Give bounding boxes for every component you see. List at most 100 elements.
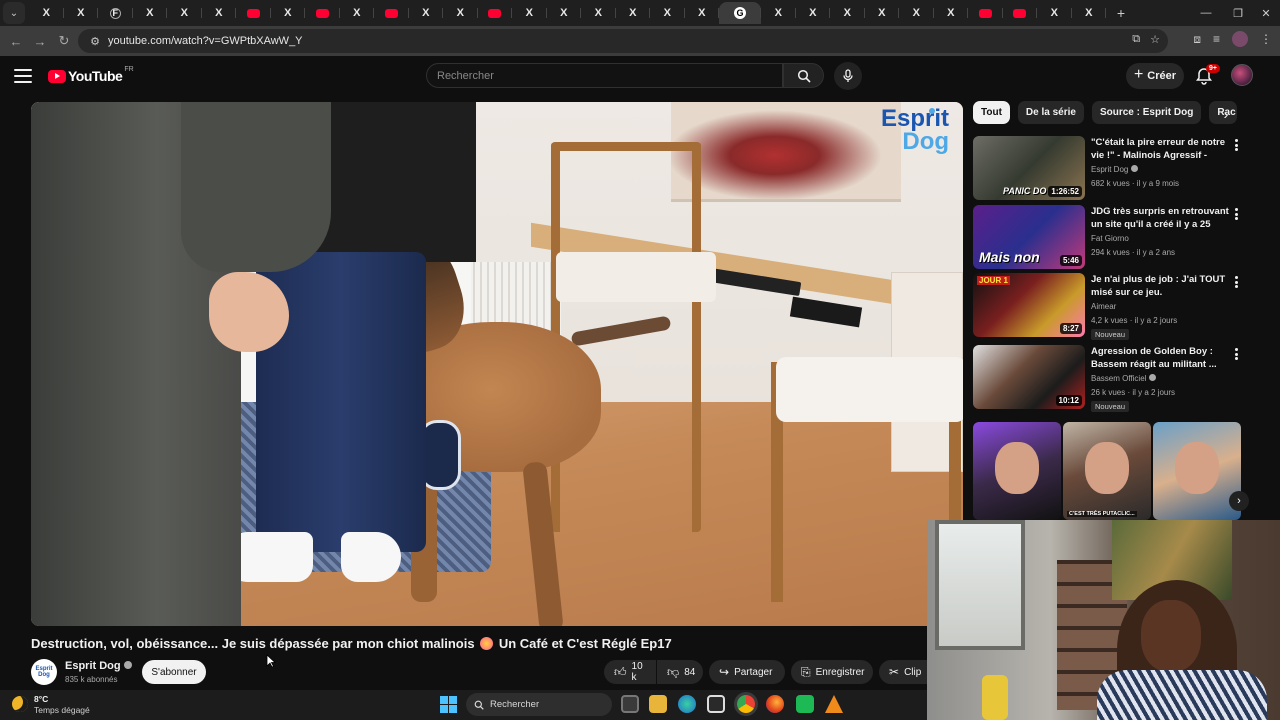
site-info-icon[interactable]: ⚙	[84, 35, 106, 48]
recommendation-title[interactable]: Agression de Golden Boy : Bassem réagit …	[1091, 345, 1229, 371]
browser-tab[interactable]: X	[409, 2, 444, 24]
search-button[interactable]	[783, 63, 824, 88]
recommendation-item[interactable]: Mais non 5:46 JDG très surpris en retrou…	[973, 205, 1273, 269]
chips-next-arrow-icon[interactable]: ›	[1216, 104, 1236, 124]
channel-avatar[interactable]: Esprit Dog	[31, 659, 57, 685]
menu-icon[interactable]	[14, 67, 32, 85]
browser-tab[interactable]	[305, 2, 340, 24]
address-bar[interactable]: ⚙ youtube.com/watch?v=GWPtbXAwW_Y ⧉ ☆	[78, 29, 1168, 53]
browser-tab[interactable]: X	[899, 2, 934, 24]
minimize-icon[interactable]: —	[1190, 0, 1222, 26]
browser-tab[interactable]: X	[796, 2, 831, 24]
back-icon[interactable]: ←	[4, 29, 28, 53]
browser-tab[interactable]	[478, 2, 513, 24]
browser-tab[interactable]: X	[865, 2, 900, 24]
browser-tab[interactable]: G	[719, 2, 761, 24]
browser-profile-icon[interactable]	[1232, 31, 1248, 47]
browser-tab[interactable]: X	[29, 2, 64, 24]
browser-tab[interactable]: X	[271, 2, 306, 24]
browser-tab[interactable]: X	[547, 2, 582, 24]
vlc-icon[interactable]	[825, 695, 843, 713]
browser-tab[interactable]	[1003, 2, 1038, 24]
browser-tab[interactable]: X	[581, 2, 616, 24]
new-tab-button[interactable]: +	[1110, 2, 1132, 24]
recommendation-title[interactable]: "C'était la pire erreur de notre vie !" …	[1091, 136, 1229, 162]
dislike-button[interactable]: 👎︎ 84	[657, 660, 703, 684]
share-button[interactable]: ↪ Partager	[709, 660, 785, 684]
channel-name[interactable]: Esprit Dog	[65, 660, 132, 672]
recommendation-item[interactable]: PANIC DO 1:26:52 "C'était la pire erreur…	[973, 136, 1273, 200]
like-button[interactable]: 👍︎ 10 k	[604, 660, 656, 684]
windows-start-icon[interactable]	[440, 696, 457, 713]
bookmark-star-icon[interactable]: ☆	[1150, 33, 1160, 46]
more-options-icon[interactable]	[1231, 347, 1241, 361]
task-view-icon[interactable]	[621, 695, 639, 713]
shorts-next-arrow-icon[interactable]: ›	[1229, 491, 1249, 511]
close-window-icon[interactable]: ✕	[1250, 0, 1280, 26]
video-thumbnail[interactable]: JOUR 1 8:27	[973, 273, 1085, 337]
browser-tab[interactable]: X	[1037, 2, 1072, 24]
chip-series[interactable]: De la série	[1017, 101, 1084, 124]
store-icon[interactable]	[707, 695, 725, 713]
browser-tab[interactable]: X	[167, 2, 202, 24]
short-thumbnail[interactable]	[1153, 422, 1241, 520]
browser-tab[interactable]: X	[443, 2, 478, 24]
browser-tab[interactable]: X	[202, 2, 237, 24]
browser-tab[interactable]: X	[685, 2, 720, 24]
tab-search-button[interactable]: ⌄	[3, 2, 25, 24]
recommendation-title[interactable]: Je n'ai plus de job : J'ai TOUT misé sur…	[1091, 273, 1229, 299]
extensions-icon[interactable]: ⧈	[1193, 32, 1201, 47]
forward-icon[interactable]: →	[28, 29, 52, 53]
browser-tab[interactable]: X	[340, 2, 375, 24]
more-options-icon[interactable]	[1231, 207, 1241, 221]
account-avatar[interactable]	[1231, 64, 1253, 86]
more-options-icon[interactable]	[1231, 275, 1241, 289]
search-input[interactable]: Rechercher	[426, 63, 783, 88]
browser-tab[interactable]: X	[616, 2, 651, 24]
app-green-icon[interactable]	[796, 695, 814, 713]
youtube-logo[interactable]: YouTube FR	[48, 66, 134, 84]
short-thumbnail[interactable]: C'EST TRÈS PUTACLIC...	[1063, 422, 1151, 520]
browser-tab[interactable]: X	[761, 2, 796, 24]
moon-weather-icon[interactable]	[12, 696, 28, 712]
reload-icon[interactable]: ↻	[52, 29, 76, 53]
browser-tab[interactable]: X	[1072, 2, 1107, 24]
file-explorer-icon[interactable]	[649, 695, 667, 713]
browser-tab[interactable]: X	[650, 2, 685, 24]
more-options-icon[interactable]	[1231, 138, 1241, 152]
install-app-icon[interactable]: ⧉	[1132, 33, 1140, 46]
video-player[interactable]: Esprit Dog	[31, 102, 963, 626]
edge-icon[interactable]	[678, 695, 696, 713]
recommendation-channel[interactable]: Fat Giorno	[1091, 234, 1129, 243]
recommendation-item[interactable]: JOUR 1 8:27 Je n'ai plus de job : J'ai T…	[973, 273, 1273, 340]
browser-tab[interactable]: F	[98, 2, 133, 24]
clip-button[interactable]: ✂ Clip	[879, 660, 927, 684]
chip-all[interactable]: Tout	[973, 101, 1010, 124]
voice-search-button[interactable]	[834, 62, 862, 90]
create-button[interactable]: + Créer	[1126, 63, 1184, 89]
short-thumbnail[interactable]	[973, 422, 1061, 520]
media-controls-icon[interactable]: ≡	[1213, 32, 1220, 46]
chip-source[interactable]: Source : Esprit Dog	[1091, 101, 1202, 124]
subscribe-button[interactable]: S'abonner	[142, 660, 206, 684]
save-button[interactable]: ⎘ Enregistrer	[791, 660, 873, 684]
recommendation-channel[interactable]: Bassem Officiel	[1091, 374, 1157, 383]
video-thumbnail[interactable]: 10:12	[973, 345, 1085, 409]
browser-tab[interactable]: X	[512, 2, 547, 24]
video-thumbnail[interactable]: PANIC DO 1:26:52	[973, 136, 1085, 200]
taskbar-search[interactable]: Rechercher	[466, 693, 612, 716]
chrome-icon[interactable]	[737, 695, 755, 713]
weather-description[interactable]: Temps dégagé	[34, 705, 90, 715]
recommendation-item[interactable]: 10:12 Agression de Golden Boy : Bassem r…	[973, 345, 1273, 412]
recommendation-channel[interactable]: Aimear	[1091, 302, 1116, 311]
browser-tab[interactable]: X	[64, 2, 99, 24]
firefox-icon[interactable]	[766, 695, 784, 713]
browser-menu-icon[interactable]: ⋮	[1260, 32, 1272, 46]
video-thumbnail[interactable]: Mais non 5:46	[973, 205, 1085, 269]
recommendation-channel[interactable]: Esprit Dog	[1091, 165, 1139, 174]
browser-tab[interactable]	[374, 2, 409, 24]
browser-tab[interactable]: X	[133, 2, 168, 24]
browser-tab[interactable]: X	[934, 2, 969, 24]
browser-tab[interactable]	[236, 2, 271, 24]
browser-tab[interactable]	[968, 2, 1003, 24]
